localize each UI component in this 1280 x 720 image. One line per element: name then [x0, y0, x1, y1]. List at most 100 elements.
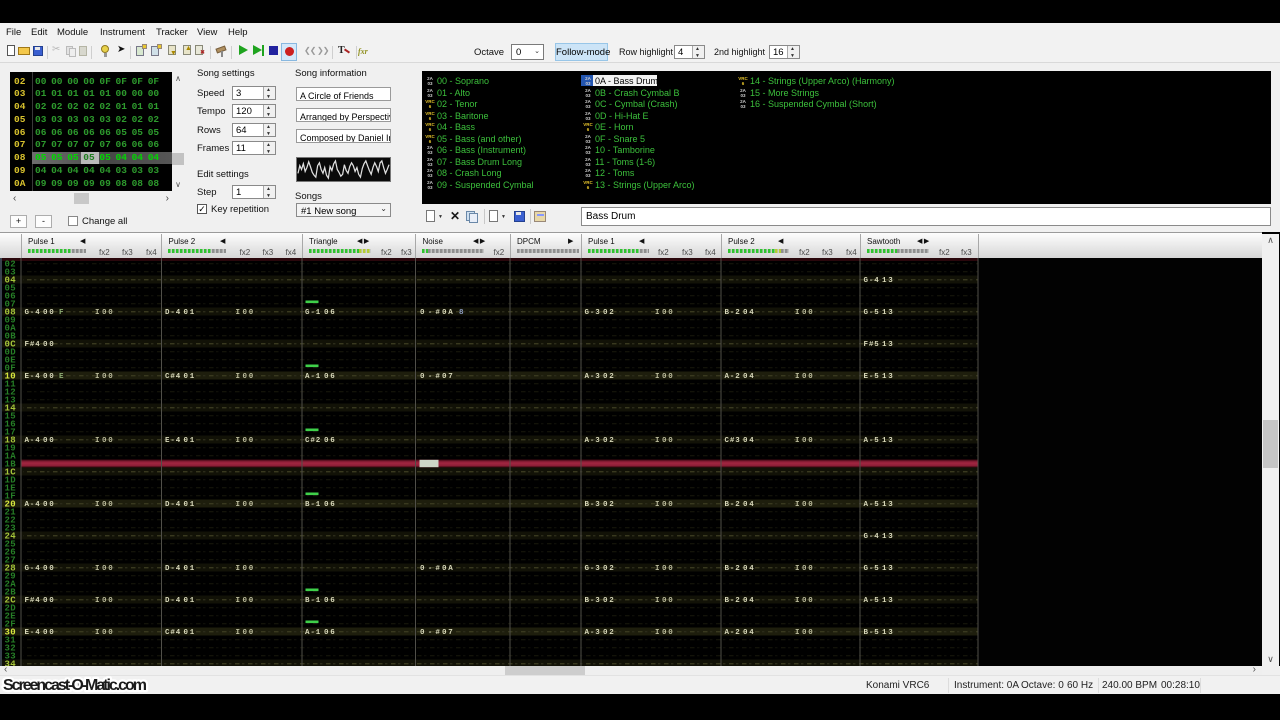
svg-text:A-5: A-5	[864, 437, 880, 445]
svg-text:01: 01	[184, 565, 197, 573]
svg-text:02: 02	[603, 501, 616, 509]
svg-text:00: 00	[43, 629, 56, 637]
svg-text:0-#: 0-#	[420, 629, 443, 637]
svg-text:G-4: G-4	[864, 533, 880, 541]
svg-text:00: 00	[43, 309, 56, 317]
svg-text:00: 00	[802, 501, 815, 509]
svg-text:00: 00	[662, 309, 675, 317]
svg-text:I: I	[95, 437, 100, 445]
svg-text:A-2: A-2	[725, 373, 741, 381]
svg-text:00: 00	[662, 565, 675, 573]
svg-text:I: I	[236, 597, 241, 605]
svg-text:0-#: 0-#	[420, 373, 443, 381]
svg-text:02: 02	[603, 373, 616, 381]
svg-text:B-1: B-1	[305, 597, 321, 605]
svg-text:00: 00	[802, 373, 815, 381]
svg-text:00: 00	[43, 565, 56, 573]
svg-text:I: I	[236, 437, 241, 445]
svg-text:B-1: B-1	[305, 501, 321, 509]
svg-text:00: 00	[243, 629, 256, 637]
svg-text:C#2: C#2	[305, 437, 321, 445]
svg-text:02: 02	[603, 629, 616, 637]
svg-text:I: I	[95, 501, 100, 509]
svg-text:13: 13	[882, 309, 895, 317]
svg-text:C#4: C#4	[165, 373, 181, 381]
svg-text:00: 00	[243, 437, 256, 445]
svg-text:02: 02	[603, 597, 616, 605]
svg-text:B-2: B-2	[725, 597, 741, 605]
svg-text:I: I	[655, 373, 660, 381]
svg-text:G-3: G-3	[585, 309, 601, 317]
svg-text:06: 06	[324, 597, 337, 605]
svg-text:I: I	[795, 629, 800, 637]
svg-text:F#5: F#5	[864, 341, 880, 349]
svg-text:00: 00	[43, 373, 56, 381]
svg-text:G-1: G-1	[305, 309, 321, 317]
svg-text:I: I	[795, 373, 800, 381]
svg-text:00: 00	[662, 373, 675, 381]
svg-text:I: I	[236, 629, 241, 637]
svg-text:13: 13	[882, 533, 895, 541]
svg-text:C#4: C#4	[165, 629, 181, 637]
svg-text:00: 00	[102, 373, 115, 381]
svg-text:I: I	[795, 309, 800, 317]
svg-text:04: 04	[743, 373, 756, 381]
svg-text:00: 00	[43, 597, 56, 605]
svg-text:B-2: B-2	[725, 565, 741, 573]
svg-text:A-5: A-5	[864, 501, 880, 509]
svg-text:A-4: A-4	[25, 437, 41, 445]
svg-text:00: 00	[102, 597, 115, 605]
svg-text:A-4: A-4	[25, 501, 41, 509]
svg-text:E-4: E-4	[25, 373, 41, 381]
svg-text:C#3: C#3	[725, 437, 741, 445]
svg-text:I: I	[236, 565, 241, 573]
svg-text:01: 01	[184, 501, 197, 509]
svg-text:E-4: E-4	[25, 629, 41, 637]
svg-text:00: 00	[662, 501, 675, 509]
svg-text:I: I	[795, 597, 800, 605]
svg-text:G-5: G-5	[864, 309, 880, 317]
svg-text:0A: 0A	[442, 309, 455, 317]
svg-text:13: 13	[882, 597, 895, 605]
svg-text:0A: 0A	[442, 565, 455, 573]
svg-text:00: 00	[662, 437, 675, 445]
svg-text:I: I	[795, 565, 800, 573]
svg-text:A-2: A-2	[725, 629, 741, 637]
svg-text:04: 04	[743, 309, 756, 317]
svg-text:I: I	[95, 597, 100, 605]
svg-text:00: 00	[43, 437, 56, 445]
svg-text:B-3: B-3	[585, 501, 601, 509]
svg-text:00: 00	[802, 437, 815, 445]
svg-text:04: 04	[743, 629, 756, 637]
svg-text:01: 01	[184, 309, 197, 317]
svg-text:00: 00	[662, 597, 675, 605]
svg-text:G-4: G-4	[25, 565, 41, 573]
svg-text:Screencast-O-Matic.com: Screencast-O-Matic.com	[3, 677, 147, 694]
svg-text:04: 04	[743, 565, 756, 573]
svg-text:D-4: D-4	[165, 501, 181, 509]
svg-text:00: 00	[802, 565, 815, 573]
svg-text:06: 06	[324, 437, 337, 445]
svg-text:I: I	[655, 437, 660, 445]
svg-text:07: 07	[442, 629, 455, 637]
svg-text:00: 00	[662, 629, 675, 637]
svg-text:I: I	[655, 309, 660, 317]
svg-text:A-3: A-3	[585, 373, 601, 381]
svg-text:06: 06	[324, 309, 337, 317]
svg-text:D-4: D-4	[165, 565, 181, 573]
svg-text:I: I	[95, 373, 100, 381]
svg-text:01: 01	[184, 597, 197, 605]
svg-text:00: 00	[243, 597, 256, 605]
svg-text:00: 00	[102, 437, 115, 445]
svg-text:I: I	[655, 629, 660, 637]
svg-text:00: 00	[802, 309, 815, 317]
svg-text:13: 13	[882, 629, 895, 637]
svg-text:I: I	[795, 501, 800, 509]
svg-text:I: I	[95, 565, 100, 573]
svg-text:00: 00	[102, 501, 115, 509]
svg-text:B-3: B-3	[585, 597, 601, 605]
svg-text:B-5: B-5	[864, 629, 880, 637]
svg-text:G-4: G-4	[864, 277, 880, 285]
svg-text:00: 00	[102, 629, 115, 637]
svg-text:I: I	[795, 437, 800, 445]
